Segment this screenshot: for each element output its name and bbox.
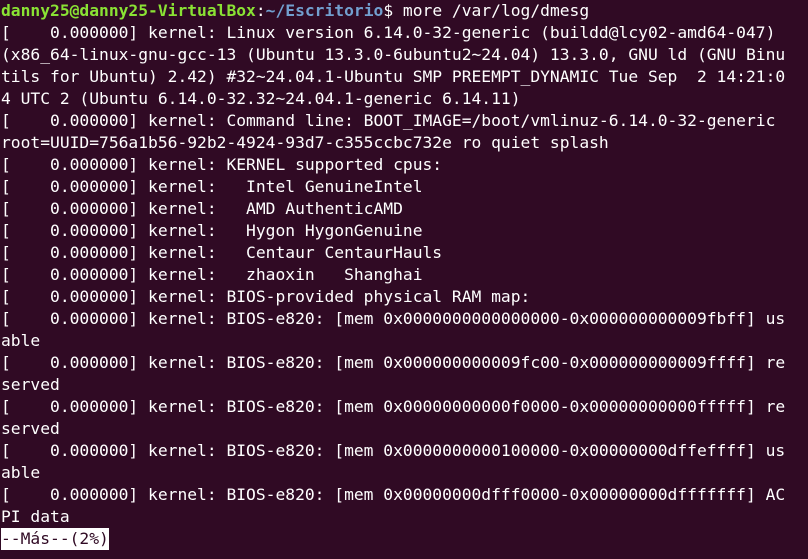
- prompt-separator: :: [255, 1, 266, 20]
- pager-line: --Más--(2%): [1, 528, 808, 550]
- output-line: served: [1, 419, 60, 438]
- prompt-line: danny25@danny25-VirtualBox:~/Escritorio$…: [1, 0, 808, 22]
- pager-status[interactable]: --Más--(2%): [1, 528, 109, 550]
- output-line: [ 0.000000] kernel: Command line: BOOT_I…: [1, 111, 776, 130]
- prompt-user-host: danny25@danny25-VirtualBox: [1, 1, 256, 20]
- output-line: PI data: [1, 507, 70, 526]
- prompt-path: ~/Escritorio: [265, 1, 384, 20]
- output-line: able: [1, 463, 41, 482]
- output-line: [ 0.000000] kernel: Linux version 6.14.0…: [1, 23, 776, 42]
- output-line: [ 0.000000] kernel: Hygon HygonGenuine: [1, 221, 423, 240]
- output-line: root=UUID=756a1b56-92b2-4924-93d7-c355cc…: [1, 133, 609, 152]
- output-line: served: [1, 375, 60, 394]
- prompt-command: more /var/log/dmesg: [402, 1, 590, 20]
- output-line: [ 0.000000] kernel: Intel GenuineIntel: [1, 177, 423, 196]
- output-line: tils for Ubuntu) 2.42) #32~24.04.1-Ubunt…: [1, 67, 786, 86]
- terminal-window[interactable]: danny25@danny25-VirtualBox:~/Escritorio$…: [0, 0, 808, 559]
- output-line: (x86_64-linux-gnu-gcc-13 (Ubuntu 13.3.0-…: [1, 45, 786, 64]
- output-line: [ 0.000000] kernel: AMD AuthenticAMD: [1, 199, 403, 218]
- output-line: [ 0.000000] kernel: BIOS-e820: [mem 0x00…: [1, 397, 786, 416]
- output-line: able: [1, 331, 41, 350]
- output-line: [ 0.000000] kernel: Centaur CentaurHauls: [1, 243, 443, 262]
- output-line: [ 0.000000] kernel: zhaoxin Shanghai: [1, 265, 423, 284]
- output-line: [ 0.000000] kernel: BIOS-e820: [mem 0x00…: [1, 485, 786, 504]
- output-line: [ 0.000000] kernel: BIOS-provided physic…: [1, 287, 531, 306]
- output-line: [ 0.000000] kernel: BIOS-e820: [mem 0x00…: [1, 441, 786, 460]
- output-line: 4 UTC 2 (Ubuntu 6.14.0-32.32~24.04.1-gen…: [1, 89, 521, 108]
- prompt-symbol: $: [383, 1, 403, 20]
- output-line: [ 0.000000] kernel: BIOS-e820: [mem 0x00…: [1, 353, 786, 372]
- output-line: [ 0.000000] kernel: BIOS-e820: [mem 0x00…: [1, 309, 786, 328]
- output-line: [ 0.000000] kernel: KERNEL supported cpu…: [1, 155, 443, 174]
